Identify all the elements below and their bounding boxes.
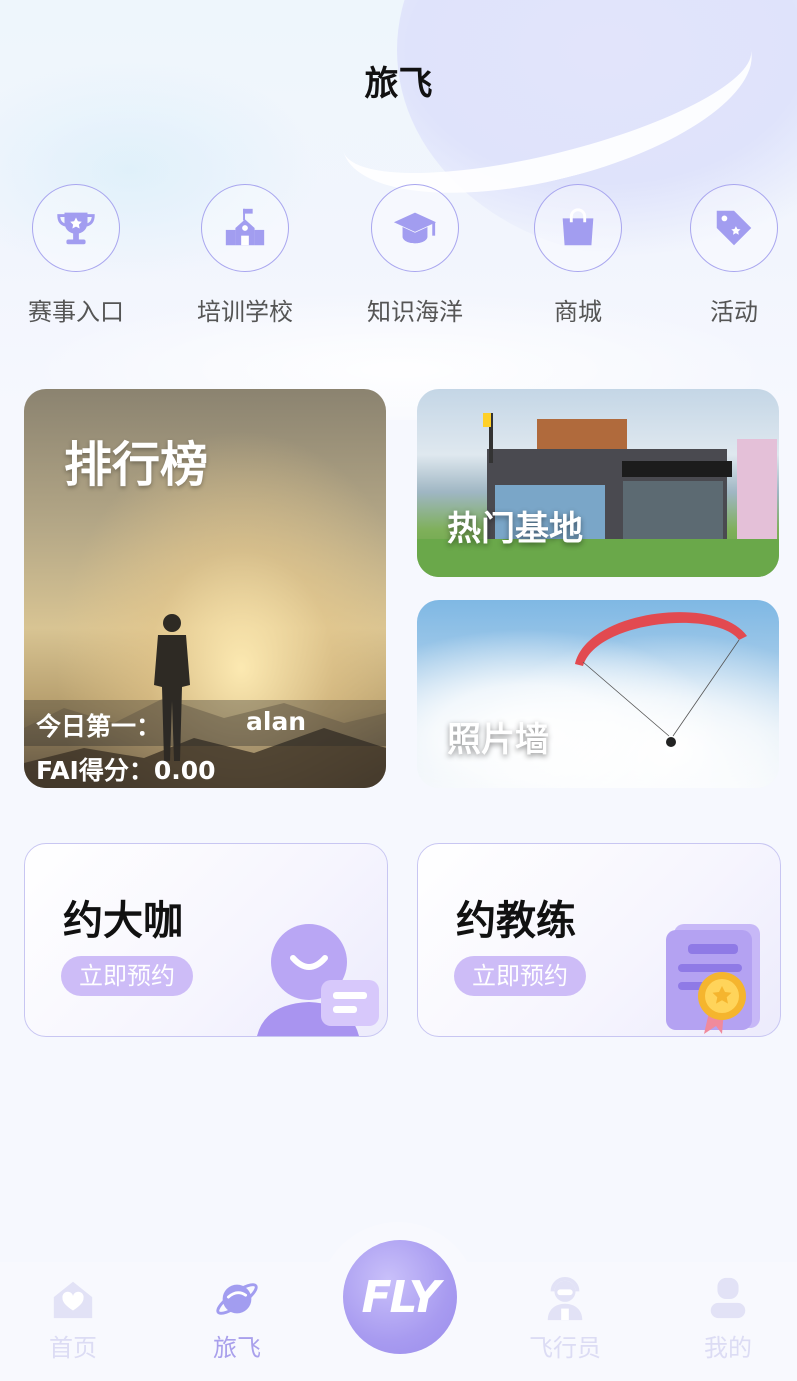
- chat-person-icon: [257, 924, 379, 1036]
- nav-training-school[interactable]: 培训学校: [175, 184, 315, 327]
- shopping-bag-icon: [562, 208, 594, 246]
- hot-base-card[interactable]: 热门基地: [417, 389, 779, 577]
- tab-profile[interactable]: 我的: [668, 1276, 788, 1363]
- tab-travel-fly[interactable]: 旅飞: [177, 1276, 297, 1363]
- book-expert-card[interactable]: 约大咖 立即预约: [24, 843, 388, 1037]
- certificate-icon: [666, 924, 760, 1034]
- pilot-icon: [547, 1276, 583, 1321]
- tag-icon: [716, 210, 752, 246]
- book-expert-title: 约大咖: [63, 898, 183, 944]
- fly-center-button[interactable]: FLY: [343, 1240, 457, 1354]
- photo-wall-card[interactable]: 照片墙: [417, 600, 779, 788]
- home-icon: [53, 1281, 93, 1319]
- book-coach-title: 约教练: [456, 898, 576, 944]
- leaderboard-card[interactable]: 排行榜 今日第一： alan FAI得分：0.00: [24, 389, 386, 788]
- school-icon: [225, 208, 265, 246]
- book-coach-card[interactable]: 约教练 立即预约: [417, 843, 781, 1037]
- nav-activities[interactable]: 活动: [664, 184, 797, 327]
- trophy-icon: [57, 212, 95, 245]
- profile-icon: [710, 1277, 746, 1319]
- nav-event-entry[interactable]: 赛事入口: [6, 184, 146, 327]
- book-coach-button[interactable]: 立即预约: [454, 956, 586, 996]
- photo-wall-label: 照片墙: [447, 720, 549, 760]
- hot-base-label: 热门基地: [447, 509, 583, 549]
- tab-pilots[interactable]: 飞行员: [505, 1276, 625, 1363]
- tab-home[interactable]: 首页: [13, 1276, 133, 1363]
- top-today-label: 今日第一：: [36, 712, 162, 741]
- leaderboard-title: 排行榜: [64, 437, 209, 493]
- book-expert-button[interactable]: 立即预约: [61, 956, 193, 996]
- graduation-cap-icon: [393, 212, 437, 244]
- nav-shop[interactable]: 商城: [508, 184, 648, 327]
- page-title: 旅飞: [364, 64, 433, 104]
- fai-score: FAI得分：0.00: [36, 756, 216, 785]
- top-today-name: alan: [246, 707, 307, 736]
- nav-knowledge-ocean[interactable]: 知识海洋: [345, 184, 485, 327]
- planet-icon: [216, 1283, 258, 1315]
